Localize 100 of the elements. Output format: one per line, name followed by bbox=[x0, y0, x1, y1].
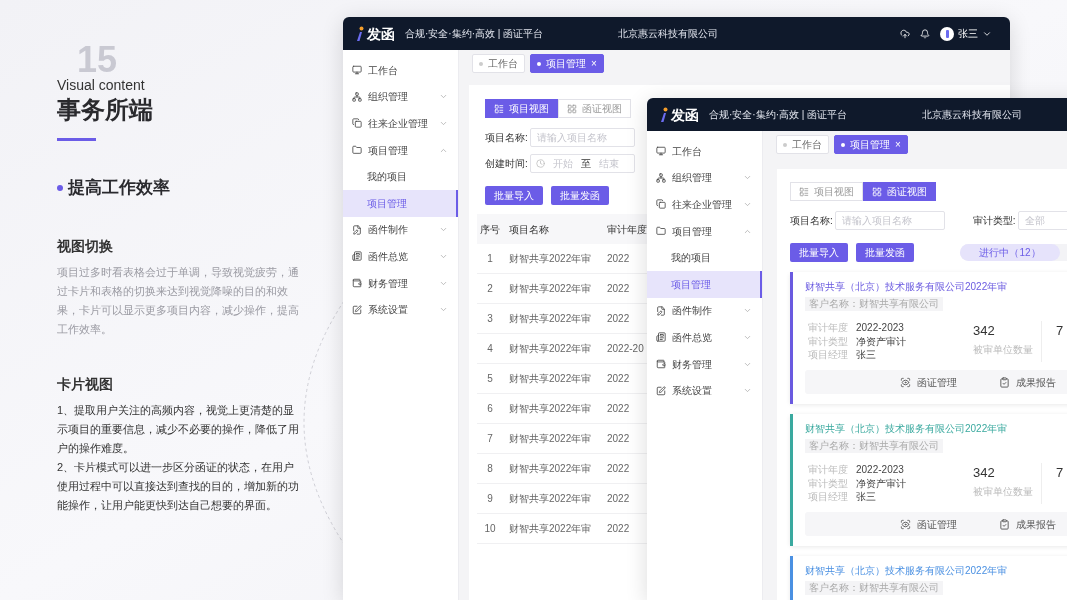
sidebar-item[interactable]: 函件制作 bbox=[647, 297, 762, 325]
page-tab[interactable]: 项目管理 × bbox=[530, 54, 604, 73]
eye-icon bbox=[900, 518, 911, 530]
card-action[interactable]: 成果报告 bbox=[999, 516, 1056, 532]
eye-icon bbox=[900, 376, 911, 388]
network-icon bbox=[656, 172, 666, 183]
table-cell-text: 财智共享2022年审 bbox=[508, 252, 593, 266]
sidebar-item[interactable]: 财务管理 bbox=[343, 269, 458, 297]
table-cell-text: 2022 bbox=[606, 402, 631, 416]
card-action[interactable]: 成果报告 bbox=[999, 374, 1056, 390]
table-cell-text: 财智共享2022年审 bbox=[508, 312, 593, 326]
table-cell-text: 2022 bbox=[606, 252, 631, 266]
table-cell-text: 财智共享2022年审 bbox=[508, 372, 593, 386]
upload-icon[interactable] bbox=[900, 28, 910, 39]
wallet-icon bbox=[352, 278, 362, 289]
logo-mark-icon bbox=[660, 106, 668, 123]
table-cell-text: 财智共享2022年审 bbox=[508, 522, 593, 536]
logo-mark-icon bbox=[356, 25, 364, 42]
company-name: 北京惠云科技有限公司 bbox=[922, 108, 1022, 122]
sidebar-item[interactable]: 系统设置 bbox=[343, 296, 458, 323]
logo-text: 发函 bbox=[367, 26, 395, 41]
column-header: 审计年度 bbox=[606, 222, 647, 237]
table-cell-text: 财智共享2022年审 bbox=[508, 492, 593, 506]
list-icon bbox=[799, 186, 809, 197]
customer-tag: 客户名称：财智共享有限公司 bbox=[805, 581, 943, 595]
card-action[interactable]: 函证管理 bbox=[900, 374, 957, 390]
table-cell-text: 财智共享2022年审 bbox=[508, 432, 593, 446]
user-name[interactable]: 张三 bbox=[958, 26, 978, 41]
sidebar-subitem[interactable]: 项目管理 bbox=[647, 270, 762, 298]
table-cell-text: 4 bbox=[486, 342, 494, 356]
table-cell-text: 2022 bbox=[606, 492, 631, 506]
sidebar-item[interactable]: 函件制作 bbox=[343, 216, 458, 244]
action-button[interactable]: 批量发函 bbox=[551, 186, 609, 205]
platform-slogan: 合规·安全·集约·高效 | 函证平台 bbox=[709, 108, 848, 122]
action-button[interactable]: 批量导入 bbox=[790, 243, 848, 262]
eyebrow-text: Visual content bbox=[57, 76, 145, 94]
pen-square-icon bbox=[352, 304, 362, 315]
page-tab[interactable]: 工作台 bbox=[472, 54, 525, 73]
action-button[interactable]: 批量发函 bbox=[856, 243, 914, 262]
avatar-icon[interactable] bbox=[940, 26, 954, 41]
sidebar-item[interactable]: 项目管理 bbox=[343, 136, 458, 164]
close-icon[interactable]: × bbox=[591, 58, 597, 69]
sidebar-item[interactable]: 系统设置 bbox=[647, 377, 762, 404]
sidebar-item[interactable]: 项目管理 bbox=[647, 217, 762, 245]
card-title: 财智共享（北京）技术服务有限公司2022年审 bbox=[805, 423, 1009, 435]
customer-tag: 客户名称：财智共享有限公司 bbox=[805, 439, 943, 453]
detail-value: 净资产审计 bbox=[856, 476, 906, 491]
bullet-icon bbox=[57, 184, 63, 191]
sidebar-item[interactable]: 组织管理 bbox=[647, 164, 762, 192]
table-cell-text: 8 bbox=[486, 462, 494, 476]
clock-icon bbox=[535, 159, 545, 168]
view-toggle[interactable]: 项目视图 bbox=[485, 99, 558, 118]
detail-value: 张三 bbox=[856, 490, 876, 505]
sidebar-subitem[interactable]: 我的项目 bbox=[647, 244, 762, 271]
customer-tag: 客户名称：财智共享有限公司 bbox=[805, 297, 943, 311]
sidebar-item[interactable]: 工作台 bbox=[343, 57, 458, 84]
action-button[interactable]: 批量导入 bbox=[485, 186, 543, 205]
platform-slogan: 合规·安全·集约·高效 | 函证平台 bbox=[405, 27, 544, 41]
sidebar-item[interactable]: 往来企业管理 bbox=[647, 191, 762, 218]
sidebar-item[interactable]: 组织管理 bbox=[343, 83, 458, 111]
table-cell-text: 2022 bbox=[606, 522, 631, 536]
page-tab[interactable]: 工作台 bbox=[776, 135, 829, 154]
network-icon bbox=[352, 91, 362, 102]
section-title: 提高工作效率 bbox=[68, 177, 170, 199]
bell-icon[interactable] bbox=[920, 28, 930, 39]
table-cell-text: 2022 bbox=[606, 432, 631, 446]
view-toggle[interactable]: 函证视图 bbox=[863, 182, 936, 201]
filter-label: 项目名称: bbox=[485, 131, 528, 145]
card-action[interactable]: 函证管理 bbox=[900, 516, 957, 532]
table-cell-text: 3 bbox=[486, 312, 494, 326]
status-tab[interactable]: 进行中（12） bbox=[960, 244, 1060, 261]
body-paragraph: 1、提取用户关注的高频内容，视觉上更清楚的显示项目的重要信息，减少不必要的操作，降低了用户的操作难度。 bbox=[57, 402, 300, 456]
table-cell-text: 9 bbox=[486, 492, 494, 506]
table-cell-text: 6 bbox=[486, 402, 494, 416]
body-paragraph: 2、卡片模式可以进一步区分函证的状态，在用户使用过程中可以直接达到查找的目的，增加新的功能操作，让用户能更快到达自己想要的界面。 bbox=[57, 459, 300, 513]
sidebar-item[interactable]: 财务管理 bbox=[647, 350, 762, 378]
list-icon bbox=[494, 103, 504, 114]
sidebar-item[interactable]: 工作台 bbox=[647, 138, 762, 165]
page-tab[interactable]: 项目管理 × bbox=[834, 135, 908, 154]
stat-value: 342 bbox=[973, 465, 996, 481]
copy-icon bbox=[656, 199, 666, 210]
table-cell-text: 5 bbox=[486, 372, 494, 386]
table-cell-text: 财智共享2022年审 bbox=[508, 342, 593, 356]
stat-value: 7 bbox=[1056, 465, 1065, 481]
subsection-heading: 视图切换 bbox=[57, 236, 114, 255]
sidebar-item[interactable]: 函件总览 bbox=[647, 324, 762, 351]
close-icon[interactable]: × bbox=[895, 139, 901, 150]
project-card[interactable]: 财智共享（北京）技术服务有限公司2022年审 客户名称：财智共享有限公司 bbox=[790, 556, 1067, 600]
grid-icon bbox=[872, 186, 882, 197]
table-cell-text: 财智共享2022年审 bbox=[508, 402, 593, 416]
sidebar-item[interactable]: 往来企业管理 bbox=[343, 110, 458, 137]
sidebar-subitem[interactable]: 我的项目 bbox=[343, 163, 458, 190]
sidebar-item[interactable]: 函件总览 bbox=[343, 243, 458, 270]
table-cell-text: 财智共享2022年审 bbox=[508, 282, 593, 296]
sidebar-subitem[interactable]: 项目管理 bbox=[343, 189, 458, 217]
folder-icon bbox=[656, 226, 666, 237]
filter-label: 创建时间: bbox=[485, 157, 528, 171]
monitor-icon bbox=[352, 65, 362, 76]
detail-value: 净资产审计 bbox=[856, 334, 906, 349]
table-cell-text: 2022 bbox=[606, 282, 631, 296]
